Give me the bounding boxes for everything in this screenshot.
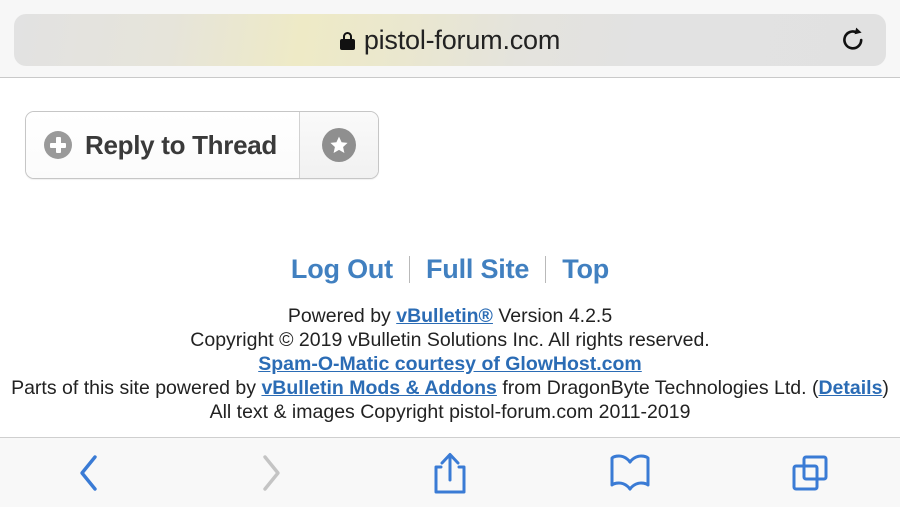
tabs-icon bbox=[792, 455, 828, 490]
url-text: pistol-forum.com bbox=[363, 24, 561, 55]
favorite-button[interactable] bbox=[298, 112, 378, 178]
address-bar-content: pistol-forum.com bbox=[14, 14, 886, 66]
forward-button[interactable] bbox=[230, 445, 310, 501]
spam-o-matic-link[interactable]: Spam-O-Matic courtesy of GlowHost.com bbox=[258, 353, 642, 375]
share-button[interactable] bbox=[410, 445, 490, 501]
link-full-site[interactable]: Full Site bbox=[410, 254, 545, 285]
address-bar[interactable]: pistol-forum.com bbox=[14, 14, 886, 66]
star-circle-icon bbox=[321, 128, 356, 162]
footer-alltext-line: All text & images Copyright pistol-forum… bbox=[209, 401, 691, 423]
powered-suffix: Version 4.2.5 bbox=[492, 305, 613, 327]
page-content: Reply to Thread Log Out Full Site Top Po… bbox=[0, 79, 900, 437]
link-log-out[interactable]: Log Out bbox=[275, 254, 409, 285]
tabs-button[interactable] bbox=[770, 445, 850, 501]
plus-circle-icon bbox=[44, 131, 72, 159]
share-icon bbox=[434, 452, 466, 493]
footer-parts-line: Parts of this site powered by vBulletin … bbox=[0, 376, 900, 400]
footer-spam-line: Spam-O-Matic courtesy of GlowHost.com bbox=[0, 352, 900, 376]
footer-text-block: Powered by vBulletin® Version 4.2.5 Copy… bbox=[0, 304, 900, 424]
reply-to-thread-button[interactable]: Reply to Thread bbox=[26, 112, 299, 178]
browser-bottom-toolbar bbox=[0, 437, 900, 507]
vbulletin-mods-link[interactable]: vBulletin Mods & Addons bbox=[261, 377, 496, 399]
parts-suffix: ) bbox=[882, 377, 889, 399]
back-button[interactable] bbox=[50, 445, 130, 501]
reply-to-thread-label: Reply to Thread bbox=[85, 129, 277, 160]
parts-mid: from DragonByte Technologies Ltd. ( bbox=[496, 377, 819, 399]
reload-button[interactable] bbox=[838, 25, 868, 55]
lock-icon bbox=[339, 32, 355, 50]
reply-button-group: Reply to Thread bbox=[25, 111, 379, 179]
back-chevron-icon bbox=[80, 454, 97, 491]
footer-copyright-line: Copyright © 2019 vBulletin Solutions Inc… bbox=[190, 329, 710, 351]
details-link[interactable]: Details bbox=[818, 377, 882, 399]
footer-nav-links: Log Out Full Site Top bbox=[0, 254, 900, 285]
bookmarks-button[interactable] bbox=[590, 445, 670, 501]
forward-chevron-icon bbox=[263, 454, 280, 491]
link-top[interactable]: Top bbox=[546, 254, 625, 285]
vbulletin-link[interactable]: vBulletin® bbox=[396, 305, 493, 327]
footer-powered-line: Powered by vBulletin® Version 4.2.5 bbox=[0, 304, 900, 328]
browser-chrome: pistol-forum.com bbox=[0, 0, 900, 78]
bookmarks-icon bbox=[610, 454, 650, 490]
parts-prefix: Parts of this site powered by bbox=[11, 377, 262, 399]
powered-prefix: Powered by bbox=[287, 305, 397, 327]
reload-icon bbox=[843, 27, 863, 50]
